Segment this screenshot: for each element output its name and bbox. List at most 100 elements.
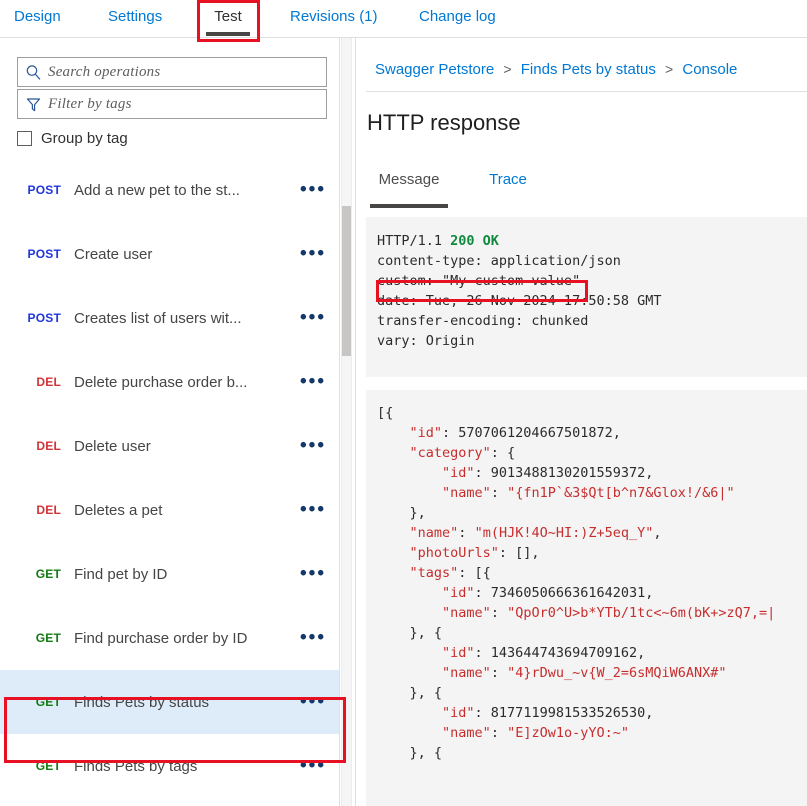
header-line-custom: custom: "My custom value" (377, 273, 580, 289)
operation-verb: DEL (0, 375, 74, 389)
operation-name: Add a new pet to the st... (74, 182, 286, 199)
body-line: "name": "4}rDwu_~v{W_2=6sMQiW6ANX#" (377, 665, 727, 681)
test-console-screen: Design Settings Test Revisions (1) Chang… (0, 0, 807, 806)
tab-settings-label: Settings (108, 8, 162, 25)
operation-verb: DEL (0, 503, 74, 517)
body-line: }, { (377, 625, 442, 641)
group-by-tag-checkbox[interactable]: Group by tag (17, 126, 128, 150)
breadcrumb-divider (366, 91, 807, 92)
tab-trace-label: Trace (489, 171, 527, 188)
operation-row-6[interactable]: GET Find pet by ID ••• (0, 542, 340, 606)
operation-more-menu-icon[interactable]: ••• (286, 569, 340, 579)
tab-revisions[interactable]: Revisions (1) (290, 0, 378, 38)
operation-more-menu-icon[interactable]: ••• (286, 633, 340, 643)
operation-row-9[interactable]: GET Finds Pets by tags ••• (0, 734, 340, 798)
tab-design-label: Design (14, 8, 61, 25)
operation-more-menu-icon[interactable]: ••• (286, 185, 340, 195)
content-pane: Swagger Petstore > Finds Pets by status … (356, 38, 807, 806)
operation-more-menu-icon[interactable]: ••• (286, 697, 340, 707)
tab-test-active-underline (206, 32, 250, 36)
operation-more-menu-icon[interactable]: ••• (286, 505, 340, 515)
status-line-prefix: HTTP/1.1 (377, 233, 450, 249)
body-line: "id": 9013488130201559372, (377, 465, 653, 481)
operation-verb: POST (0, 247, 74, 261)
body-line: "tags": [{ (377, 565, 491, 581)
operation-verb: POST (0, 183, 74, 197)
operation-row-4[interactable]: DEL Delete user ••• (0, 414, 340, 478)
operation-verb: POST (0, 311, 74, 325)
operations-pane: Search operations Filter by tags Group b… (0, 38, 340, 806)
status-code: 200 OK (450, 233, 499, 249)
header-line-content-type: content-type: application/json (377, 253, 621, 269)
body-line: "id": 8177119981533526530, (377, 705, 653, 721)
group-by-tag-label: Group by tag (41, 130, 128, 147)
operation-row-7[interactable]: GET Find purchase order by ID ••• (0, 606, 340, 670)
operations-pane-divider (339, 38, 340, 806)
breadcrumb: Swagger Petstore > Finds Pets by status … (375, 61, 737, 78)
operation-name: Deletes a pet (74, 502, 286, 519)
tab-test-label: Test (214, 8, 242, 25)
operation-more-menu-icon[interactable]: ••• (286, 313, 340, 323)
tab-design[interactable]: Design (14, 0, 61, 38)
operation-row-1[interactable]: POST Create user ••• (0, 222, 340, 286)
filter-by-tags-box[interactable]: Filter by tags (17, 89, 327, 119)
operation-more-menu-icon[interactable]: ••• (286, 761, 340, 771)
body-line: "name": "E]zOw1o-yYO:~" (377, 725, 629, 741)
tab-change-log-label: Change log (419, 8, 496, 25)
operation-name: Delete user (74, 438, 286, 455)
operations-scrollbar-thumb[interactable] (342, 206, 351, 356)
operation-more-menu-icon[interactable]: ••• (286, 377, 340, 387)
body-line: }, (377, 505, 426, 521)
checkbox-box (17, 131, 32, 146)
tab-message-active-underline (370, 204, 448, 208)
operations-scrollbar-track[interactable] (341, 38, 352, 806)
breadcrumb-item-operation[interactable]: Finds Pets by status (521, 61, 656, 78)
operation-name: Create user (74, 246, 286, 263)
breadcrumb-separator: > (665, 61, 673, 77)
body-line: "id": 7346050666361642031, (377, 585, 653, 601)
tab-message-label: Message (379, 171, 440, 188)
tab-settings[interactable]: Settings (108, 0, 162, 38)
tab-trace[interactable]: Trace (487, 171, 529, 209)
header-line-vary: vary: Origin (377, 333, 475, 349)
body-line: "photoUrls": [], (377, 545, 540, 561)
body-line: }, { (377, 685, 442, 701)
tab-change-log[interactable]: Change log (419, 0, 496, 38)
response-headers-block: HTTP/1.1 200 OK content-type: applicatio… (366, 217, 807, 377)
operation-more-menu-icon[interactable]: ••• (286, 249, 340, 259)
tab-message[interactable]: Message (370, 171, 448, 209)
breadcrumb-separator: > (503, 61, 511, 77)
filter-by-tags-placeholder: Filter by tags (48, 96, 132, 113)
body-line: "name": "m(HJK!4O~HI:)Z+5eq_Y", (377, 525, 662, 541)
operation-name: Find purchase order by ID (74, 630, 286, 647)
operation-verb: DEL (0, 439, 74, 453)
breadcrumb-item-api[interactable]: Swagger Petstore (375, 61, 494, 78)
operation-name: Creates list of users wit... (74, 310, 286, 327)
operation-row-5[interactable]: DEL Deletes a pet ••• (0, 478, 340, 542)
header-line-date: date: Tue, 26 Nov 2024 17:50:58 GMT (377, 293, 661, 309)
operation-name: Finds Pets by status (74, 694, 286, 711)
operation-row-0[interactable]: POST Add a new pet to the st... ••• (0, 158, 340, 222)
body-line: }, { (377, 745, 442, 761)
search-operations-placeholder: Search operations (48, 64, 160, 81)
page-title: HTTP response (367, 110, 521, 136)
body-line: "id": 143644743694709162, (377, 645, 645, 661)
operation-verb: GET (0, 759, 74, 773)
search-operations-box[interactable]: Search operations (17, 57, 327, 87)
tab-test[interactable]: Test (206, 0, 250, 38)
operation-name: Finds Pets by tags (74, 758, 286, 775)
operation-verb: GET (0, 567, 74, 581)
body-line: [{ (377, 405, 393, 421)
operation-row-3[interactable]: DEL Delete purchase order b... ••• (0, 350, 340, 414)
body-line: "name": "{fn1P`&3$Qt[b^n7&Glox!/&6|" (377, 485, 735, 501)
operation-more-menu-icon[interactable]: ••• (286, 441, 340, 451)
operation-row-8-selected[interactable]: GET Finds Pets by status ••• (0, 670, 340, 734)
operation-name: Delete purchase order b... (74, 374, 286, 391)
operation-row-2[interactable]: POST Creates list of users wit... ••• (0, 286, 340, 350)
body-line: "id": 5707061204667501872, (377, 425, 621, 441)
top-tab-bar: Design Settings Test Revisions (1) Chang… (0, 0, 807, 38)
response-body-block: [{ "id": 5707061204667501872, "category"… (366, 390, 807, 806)
operation-name: Find pet by ID (74, 566, 286, 583)
breadcrumb-item-console[interactable]: Console (682, 61, 737, 78)
search-icon (18, 64, 48, 81)
